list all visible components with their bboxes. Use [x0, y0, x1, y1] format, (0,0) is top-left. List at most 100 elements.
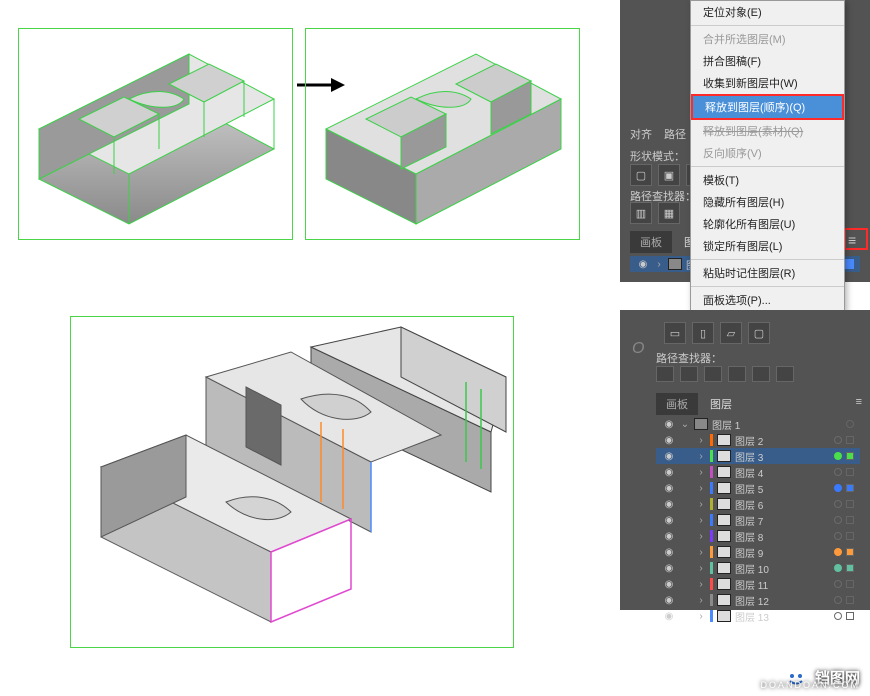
pf-b-icon-5[interactable]: [752, 366, 770, 382]
shape-3d-solid: [306, 29, 581, 241]
menu-flatten[interactable]: 拼合图稿(F): [691, 50, 844, 72]
layer-row[interactable]: ◉›图层 12: [656, 592, 860, 608]
pf-b-icon-4[interactable]: [728, 366, 746, 382]
tool-icon-4[interactable]: ▢: [748, 322, 770, 344]
visibility-icon[interactable]: ◉: [662, 499, 676, 510]
target-icon[interactable]: [834, 612, 842, 620]
visibility-icon[interactable]: ◉: [662, 611, 676, 622]
twirl-icon[interactable]: ›: [696, 579, 706, 590]
visibility-icon[interactable]: ◉: [662, 595, 676, 606]
target-icon[interactable]: [834, 596, 842, 604]
pathfinder-unite-icon[interactable]: ▢: [630, 164, 652, 186]
twirl-icon[interactable]: ›: [696, 483, 706, 494]
pf-b-icon-3[interactable]: [704, 366, 722, 382]
menu-panel-options[interactable]: 面板选项(P)...: [691, 289, 844, 311]
menu-collect-new-layer[interactable]: 收集到新图层中(W): [691, 72, 844, 94]
layer-name: 图层 10: [735, 561, 830, 576]
visibility-icon[interactable]: ◉: [662, 419, 676, 430]
target-icon[interactable]: [834, 436, 842, 444]
twirl-icon[interactable]: ›: [696, 515, 706, 526]
layer-row[interactable]: ◉›图层 6: [656, 496, 860, 512]
menu-locate-object[interactable]: 定位对象(E): [691, 1, 844, 23]
layer-color-bar: [710, 530, 713, 542]
panel-menu-icon[interactable]: ≡: [848, 232, 856, 248]
twirl-icon[interactable]: ›: [696, 611, 706, 622]
tab-artboard-b[interactable]: 画板: [656, 393, 698, 415]
tool-icon-1[interactable]: ▭: [664, 322, 686, 344]
layer-row[interactable]: ◉›图层 2: [656, 432, 860, 448]
visibility-icon[interactable]: ◉: [662, 435, 676, 446]
layer-row[interactable]: ◉›图层 13: [656, 608, 860, 624]
menu-hide-all-layers[interactable]: 隐藏所有图层(H): [691, 191, 844, 213]
pf-b-icon-2[interactable]: [680, 366, 698, 382]
visibility-icon[interactable]: ◉: [662, 483, 676, 494]
target-icon[interactable]: [834, 452, 842, 460]
tab-layers-b[interactable]: 图层: [700, 393, 742, 415]
twirl-icon[interactable]: ›: [696, 451, 706, 462]
target-icon[interactable]: [834, 516, 842, 524]
layer-row-parent[interactable]: ◉ ⌄ 图层 1: [656, 416, 860, 432]
tab-artboard[interactable]: 画板: [630, 231, 672, 253]
menu-merge-selected[interactable]: 合并所选图层(M): [691, 28, 844, 50]
target-icon[interactable]: [834, 484, 842, 492]
twirl-icon[interactable]: ›: [696, 547, 706, 558]
label-pathfinder-b: 路径查找器：: [656, 350, 722, 366]
layer-row[interactable]: ◉ › 图层 10: [656, 560, 860, 576]
pf-b-icon-6[interactable]: [776, 366, 794, 382]
twirl-icon[interactable]: ›: [696, 467, 706, 478]
layer-row[interactable]: ◉ › 图层 5: [656, 480, 860, 496]
layer-name: 图层 8: [735, 529, 830, 544]
pf-icon-2[interactable]: ▦: [658, 202, 680, 224]
menu-template[interactable]: 模板(T): [691, 169, 844, 191]
twirl-icon[interactable]: ›: [654, 259, 664, 270]
menu-lock-all-layers[interactable]: 锁定所有图层(L): [691, 235, 844, 257]
layer-color-bar: [710, 450, 713, 462]
layer-row[interactable]: ◉›图层 11: [656, 576, 860, 592]
visibility-icon[interactable]: ◉: [662, 579, 676, 590]
canvas-area: [0, 0, 620, 696]
visibility-icon[interactable]: ◉: [662, 547, 676, 558]
layer-row[interactable]: ◉›图层 7: [656, 512, 860, 528]
layer-row[interactable]: ◉›图层 3: [656, 448, 860, 464]
visibility-icon[interactable]: ◉: [662, 563, 676, 574]
menu-paste-remember-layers[interactable]: 粘贴时记住图层(R): [691, 262, 844, 284]
pathfinder-minus-icon[interactable]: ▣: [658, 164, 680, 186]
target-icon[interactable]: [834, 500, 842, 508]
twirl-icon[interactable]: ›: [696, 499, 706, 510]
layer-color-bar: [710, 514, 713, 526]
menu-reverse-order[interactable]: 反向顺序(V): [691, 142, 844, 164]
layer-name: 图层 5: [735, 481, 830, 496]
twirl-icon[interactable]: ›: [696, 531, 706, 542]
visibility-icon[interactable]: ◉: [662, 531, 676, 542]
layer-thumb: [717, 434, 731, 446]
target-icon[interactable]: [834, 580, 842, 588]
target-icon[interactable]: [834, 564, 842, 572]
twirl-down-icon[interactable]: ⌄: [680, 419, 690, 430]
twirl-icon[interactable]: ›: [696, 435, 706, 446]
layer-thumb: [717, 482, 731, 494]
tool-icon-3[interactable]: ▱: [720, 322, 742, 344]
visibility-icon[interactable]: ◉: [662, 451, 676, 462]
target-icon[interactable]: [834, 548, 842, 556]
menu-release-to-layers-sequence[interactable]: 释放到图层(顺序)(Q): [691, 94, 844, 120]
pf-b-icon-1[interactable]: [656, 366, 674, 382]
twirl-icon[interactable]: ›: [696, 595, 706, 606]
layer-row[interactable]: ◉ › 图层 8: [656, 528, 860, 544]
selection-color-icon: [846, 516, 854, 524]
visibility-icon[interactable]: ◉: [662, 467, 676, 478]
tool-icon-2[interactable]: ▯: [692, 322, 714, 344]
twirl-icon[interactable]: ›: [696, 563, 706, 574]
menu-outline-all-layers[interactable]: 轮廓化所有图层(U): [691, 213, 844, 235]
visibility-icon[interactable]: ◉: [636, 259, 650, 270]
selection-color-icon: [846, 596, 854, 604]
layer-row[interactable]: ◉›图层 4: [656, 464, 860, 480]
panel-menu-icon-b[interactable]: ≡: [856, 396, 862, 408]
visibility-icon[interactable]: ◉: [662, 515, 676, 526]
pf-icon-1[interactable]: ▥: [630, 202, 652, 224]
target-icon[interactable]: [834, 532, 842, 540]
layer-row[interactable]: ◉›图层 9: [656, 544, 860, 560]
target-icon[interactable]: [834, 468, 842, 476]
menu-release-to-layers-build[interactable]: 释放到图层(素材)(Q): [691, 120, 844, 142]
target-icon[interactable]: [846, 420, 854, 428]
layer-color-bar: [710, 610, 713, 622]
